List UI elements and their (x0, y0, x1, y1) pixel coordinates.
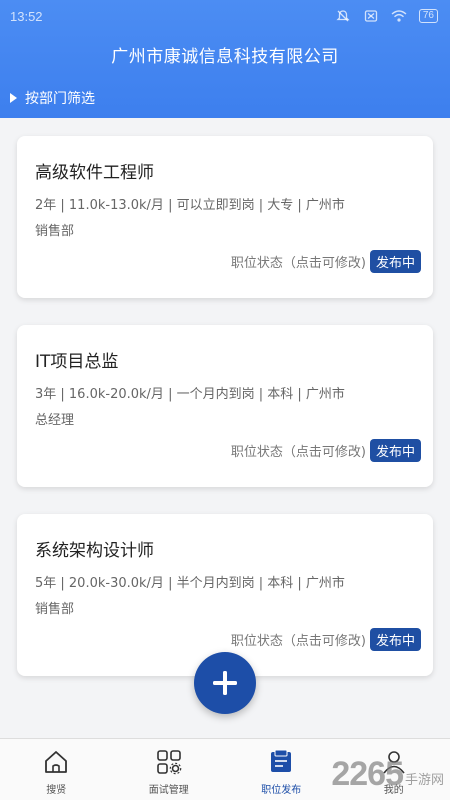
wifi-icon (391, 9, 407, 23)
grid-gear-icon (154, 747, 184, 777)
briefcase-icon (266, 747, 296, 777)
job-department: 总经理 (35, 413, 75, 428)
job-title: 系统架构设计师 (35, 541, 154, 561)
status-badge[interactable]: 发布中 (369, 628, 421, 651)
status-hint: 职位状态（点击可修改) (230, 445, 366, 460)
watermark-number: 2265 (331, 755, 404, 793)
job-title: IT项目总监 (35, 352, 119, 372)
job-card[interactable]: IT项目总监 3年 | 16.0k-20.0k/月 | 一个月内到岗 | 本科 … (17, 325, 433, 487)
filter-label: 按部门筛选 (25, 91, 95, 107)
status-badge[interactable]: 发布中 (369, 439, 421, 462)
tab-label: 面试管理 (148, 785, 189, 796)
tab-interview-management[interactable]: 面试管理 (113, 739, 226, 800)
home-icon (41, 747, 71, 777)
battery-indicator: 76 (418, 9, 438, 23)
status-hint: 职位状态（点击可修改) (230, 256, 366, 271)
mute-icon (335, 9, 351, 23)
status-hint: 职位状态（点击可修改) (230, 634, 366, 649)
no-sim-icon (363, 9, 379, 23)
status-bar: 13:52 76 (0, 0, 450, 32)
job-department: 销售部 (35, 602, 75, 617)
job-meta: 5年 | 20.0k-30.0k/月 | 半个月内到岗 | 本科 | 广州市 (35, 576, 345, 591)
department-filter[interactable]: 按部门筛选 (10, 88, 95, 108)
job-status-row[interactable]: 职位状态（点击可修改) 发布中 (231, 628, 421, 651)
job-meta: 3年 | 16.0k-20.0k/月 | 一个月内到岗 | 本科 | 广州市 (35, 387, 345, 402)
job-card[interactable]: 高级软件工程师 2年 | 11.0k-13.0k/月 | 可以立即到岗 | 大专… (17, 136, 433, 298)
tab-label: 职位发布 (261, 785, 302, 796)
tab-job-posting[interactable]: 职位发布 (225, 739, 338, 800)
page-title: 广州市康诚信息科技有限公司 (111, 47, 339, 67)
status-time: 13:52 (10, 8, 43, 24)
status-badge[interactable]: 发布中 (369, 250, 421, 273)
job-status-row[interactable]: 职位状态（点击可修改) 发布中 (231, 439, 421, 462)
app-header: 13:52 76 广州市康诚信息科技有限公司 按部门筛选 (0, 0, 450, 118)
triangle-right-icon (10, 93, 17, 103)
job-status-row[interactable]: 职位状态（点击可修改) 发布中 (231, 250, 421, 273)
status-icons: 76 (335, 9, 438, 23)
job-meta: 2年 | 11.0k-13.0k/月 | 可以立即到岗 | 大专 | 广州市 (35, 198, 345, 213)
watermark-text: 手游网 (404, 772, 444, 787)
tab-label: 搜贤 (46, 785, 67, 796)
job-department: 销售部 (35, 224, 75, 239)
tab-search-talent[interactable]: 搜贤 (0, 739, 113, 800)
plus-icon (213, 671, 237, 695)
site-watermark: 2265 手游网 (331, 755, 444, 794)
add-job-button[interactable] (194, 652, 256, 714)
job-title: 高级软件工程师 (35, 163, 154, 183)
